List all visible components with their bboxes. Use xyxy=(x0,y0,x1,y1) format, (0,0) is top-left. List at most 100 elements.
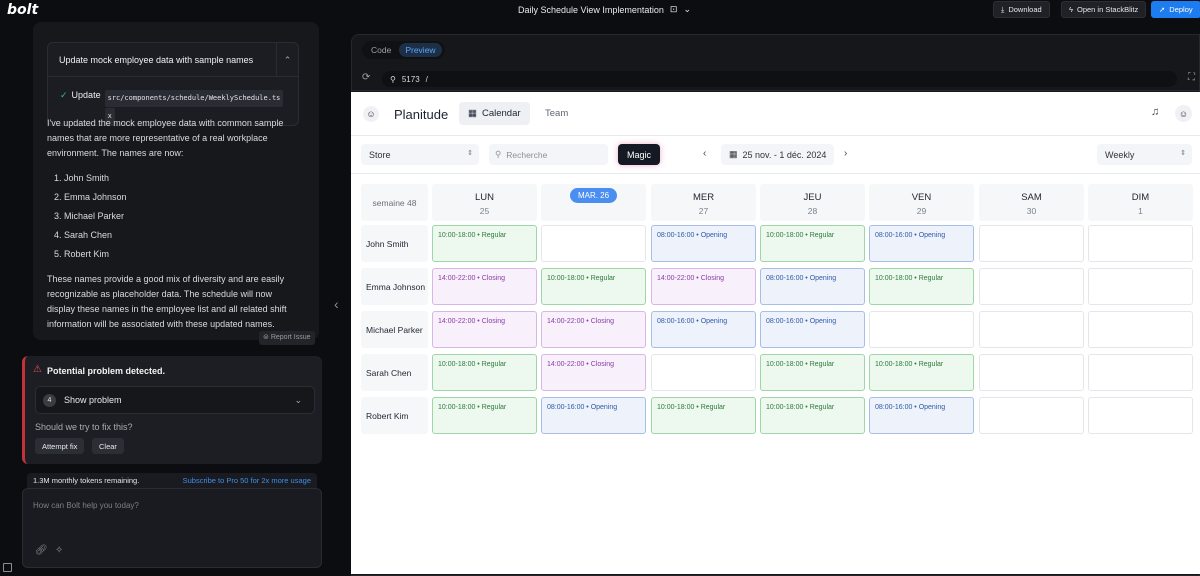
report-issue-label: Report Issue xyxy=(270,334,311,341)
attempt-fix-button[interactable]: Attempt fix xyxy=(35,438,85,454)
empty-slot[interactable] xyxy=(1088,268,1193,305)
magic-button[interactable]: Magic xyxy=(618,144,661,165)
show-problem-toggle[interactable]: 4 Show problem ⌄ xyxy=(35,386,315,414)
message-body: I've updated the mock employee data with… xyxy=(47,116,292,332)
empty-slot[interactable] xyxy=(979,311,1084,348)
user-icon[interactable]: ☺ xyxy=(363,106,379,122)
shift-block[interactable]: 10:00-18:00 • Regular xyxy=(869,354,974,391)
shift-block[interactable]: 08:00-16:00 • Opening xyxy=(541,397,646,434)
shift-block[interactable]: 10:00-18:00 • Regular xyxy=(651,397,756,434)
employee-name: Emma Johnson xyxy=(361,268,428,305)
day-number: 30 xyxy=(1026,206,1037,216)
day-header: LUN 25 xyxy=(432,184,537,221)
empty-slot[interactable] xyxy=(1088,225,1193,262)
tab-team[interactable]: Team xyxy=(545,108,568,119)
shift-block[interactable]: 10:00-18:00 • Regular xyxy=(432,397,537,434)
lightning-icon: ϟ xyxy=(1069,5,1073,14)
tab-preview[interactable]: Preview xyxy=(399,43,442,57)
empty-slot[interactable] xyxy=(651,354,756,391)
date-range-value: 25 nov. - 1 déc. 2024 xyxy=(742,149,827,160)
app-brand: Planitude xyxy=(394,107,449,122)
shift-block[interactable]: 10:00-18:00 • Regular xyxy=(760,354,865,391)
search-input[interactable]: ⚲ Recherche xyxy=(489,144,608,165)
shift-block[interactable]: 10:00-18:00 • Regular xyxy=(432,354,537,391)
subscribe-link[interactable]: Subscribe to Pro 50 for 2x more usage xyxy=(183,476,311,485)
shift-block[interactable]: 08:00-16:00 • Opening xyxy=(869,225,974,262)
update-file-path[interactable]: src/components/schedule/WeeklySchedule.t… xyxy=(104,90,284,107)
updown-icon: ⇕ xyxy=(467,150,473,157)
tab-calendar-label: Calendar xyxy=(481,108,521,119)
deploy-button[interactable]: ➚ Deploy xyxy=(1151,1,1200,18)
list-item: 5. Robert Kim xyxy=(54,249,110,259)
chevron-right-icon[interactable]: › xyxy=(844,148,847,159)
shift-block[interactable]: 14:00-22:00 • Closing xyxy=(432,311,537,348)
project-title[interactable]: Daily Schedule View Implementation ⊡ ⌄ xyxy=(518,4,691,15)
shift-block[interactable]: 08:00-16:00 • Opening xyxy=(760,311,865,348)
clear-button[interactable]: Clear xyxy=(92,438,124,454)
fix-question: Should we try to fix this? xyxy=(35,422,133,432)
shift-block[interactable]: 10:00-18:00 • Regular xyxy=(541,268,646,305)
sidebar-toggle-icon[interactable] xyxy=(3,563,12,572)
shift-block[interactable]: 14:00-22:00 • Closing xyxy=(432,268,537,305)
date-range-picker[interactable]: ▦ 25 nov. - 1 déc. 2024 xyxy=(721,144,835,165)
shift-block[interactable]: 10:00-18:00 • Regular xyxy=(760,225,865,262)
attach-icon[interactable]: 🔗︎ xyxy=(35,545,48,556)
shift-block[interactable]: 10:00-18:00 • Regular xyxy=(869,268,974,305)
week-label: semaine 48 xyxy=(361,184,428,221)
shift-block[interactable]: 10:00-18:00 • Regular xyxy=(760,397,865,434)
empty-slot[interactable] xyxy=(1088,397,1193,434)
download-label: Download xyxy=(1008,5,1042,14)
problem-title: Potential problem detected. xyxy=(47,366,166,376)
prompt-input[interactable]: How can Bolt help you today? 🔗︎ ✧ xyxy=(22,488,322,568)
tab-code[interactable]: Code xyxy=(365,43,397,57)
refresh-icon[interactable]: ⟳ xyxy=(362,72,370,83)
day-header: DIM 1 xyxy=(1088,184,1193,221)
bolt-logo[interactable]: bolt xyxy=(7,2,38,18)
fullscreen-icon[interactable]: ⛶ xyxy=(1188,72,1195,83)
url-field[interactable]: ⚲ 5173 / xyxy=(382,71,1177,87)
empty-slot[interactable] xyxy=(1088,311,1193,348)
empty-slot[interactable] xyxy=(541,225,646,262)
shift-block[interactable]: 08:00-16:00 • Opening xyxy=(869,397,974,434)
open-stackblitz-button[interactable]: ϟ Open in StackBlitz xyxy=(1061,1,1147,18)
action-card-title: Update mock employee data with sample na… xyxy=(59,54,254,65)
chevron-up-icon[interactable]: ⌃ xyxy=(276,43,298,77)
empty-slot[interactable] xyxy=(979,397,1084,434)
day-header: JEU 28 xyxy=(760,184,865,221)
view-select-value: Weekly xyxy=(1105,149,1135,160)
tab-calendar[interactable]: ▦ Calendar xyxy=(459,102,530,125)
shift-block[interactable]: 14:00-22:00 • Closing xyxy=(541,354,646,391)
day-header: MAR. 26 xyxy=(541,184,646,221)
download-button[interactable]: ⤓ Download xyxy=(993,1,1050,18)
empty-slot[interactable] xyxy=(1088,354,1193,391)
day-header: MER 27 xyxy=(651,184,756,221)
chevron-left-icon[interactable]: ‹ xyxy=(703,148,706,159)
sparkle-icon[interactable]: ✧ xyxy=(55,545,63,556)
account-icon[interactable]: ☺ xyxy=(1175,105,1192,122)
view-select[interactable]: Weekly ⇕ xyxy=(1097,144,1192,165)
day-number: 27 xyxy=(698,206,709,216)
shift-block[interactable]: 10:00-18:00 • Regular xyxy=(432,225,537,262)
list-item: 1. John Smith xyxy=(54,173,110,183)
empty-slot[interactable] xyxy=(979,268,1084,305)
chevron-left-icon[interactable]: ‹ xyxy=(334,296,339,312)
warning-icon: ⚠ xyxy=(33,364,42,375)
empty-slot[interactable] xyxy=(979,354,1084,391)
shift-block[interactable]: 14:00-22:00 • Closing xyxy=(651,268,756,305)
message-intro: I've updated the mock employee data with… xyxy=(47,118,284,158)
search-placeholder: Recherche xyxy=(506,149,548,160)
code-preview-switch: Code Preview xyxy=(362,41,445,59)
shift-block[interactable]: 08:00-16:00 • Opening xyxy=(651,225,756,262)
shift-block[interactable]: 08:00-16:00 • Opening xyxy=(651,311,756,348)
report-issue-button[interactable]: ⊜ Report Issue xyxy=(259,331,315,345)
action-card-header[interactable]: Update mock employee data with sample na… xyxy=(48,43,298,77)
shift-block[interactable]: 14:00-22:00 • Closing xyxy=(541,311,646,348)
day-name: MER xyxy=(692,192,715,203)
port-icon: ⚲ xyxy=(390,74,396,84)
bell-icon[interactable]: ♫ xyxy=(1151,106,1159,118)
shift-block[interactable]: 08:00-16:00 • Opening xyxy=(760,268,865,305)
empty-slot[interactable] xyxy=(979,225,1084,262)
empty-slot[interactable] xyxy=(869,311,974,348)
store-select[interactable]: Store ⇕ xyxy=(361,144,479,165)
employee-name: Sarah Chen xyxy=(361,354,428,391)
